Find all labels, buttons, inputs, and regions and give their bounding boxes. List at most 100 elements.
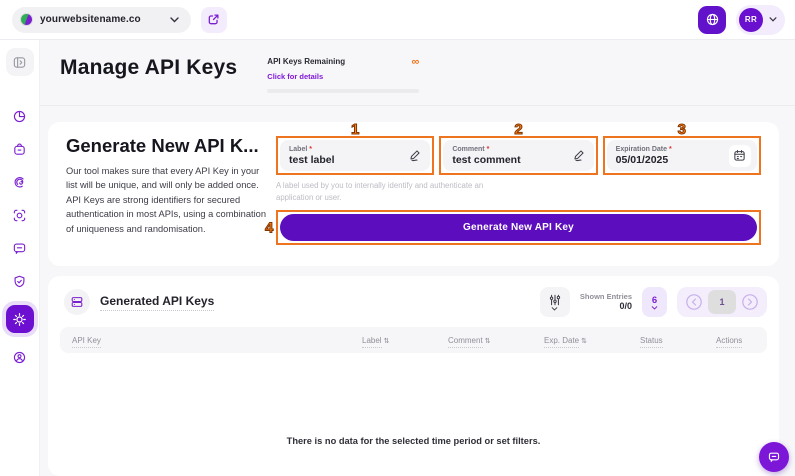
face-scan-icon bbox=[12, 208, 27, 223]
annotation-number-4: 4 bbox=[265, 219, 273, 236]
page-size-value: 6 bbox=[652, 295, 657, 306]
pencil-icon bbox=[408, 149, 421, 162]
empty-state-message: There is no data for the selected time p… bbox=[48, 436, 779, 446]
pencil-icon bbox=[572, 149, 585, 162]
chevron-down-icon bbox=[551, 307, 558, 311]
open-datepicker-button[interactable] bbox=[729, 145, 751, 167]
column-header-comment[interactable]: Comment⇅ bbox=[448, 336, 544, 345]
comment-field[interactable]: Comment * test comment bbox=[443, 140, 593, 171]
expiration-field-value: 05/01/2025 bbox=[616, 154, 672, 166]
chevron-down-icon bbox=[651, 306, 658, 310]
annotation-box-expiration: 3 Expiration Date * 05/01/2025 bbox=[603, 136, 761, 175]
support-agent-icon bbox=[12, 350, 27, 365]
label-helper-text: A label used by you to internally identi… bbox=[276, 180, 516, 204]
shown-entries-value: 0/0 bbox=[580, 301, 632, 312]
label-field-label: Label bbox=[289, 146, 307, 153]
sidebar-item-support[interactable] bbox=[6, 343, 34, 371]
column-header-label[interactable]: Label⇅ bbox=[362, 336, 448, 345]
vortex-icon bbox=[12, 175, 27, 190]
sort-icon: ⇅ bbox=[581, 338, 587, 345]
required-mark: * bbox=[487, 146, 490, 153]
infinity-value: ∞ bbox=[411, 57, 419, 67]
sidebar bbox=[0, 40, 40, 476]
generate-api-key-card: Generate New API K... Our tool makes sur… bbox=[48, 122, 779, 266]
chat-icon bbox=[12, 241, 27, 256]
page-header: Manage API Keys API Keys Remaining Click… bbox=[40, 40, 795, 93]
key-list-icon bbox=[64, 289, 90, 315]
panel-toggle-icon bbox=[12, 55, 27, 70]
generate-card-description: Our tool makes sure that every API Key i… bbox=[66, 164, 266, 236]
apps-globe-icon bbox=[705, 12, 720, 27]
sidebar-item-messages[interactable] bbox=[6, 234, 34, 262]
page-title: Manage API Keys bbox=[60, 56, 237, 80]
generated-api-keys-card: Generated API Keys Shown Entries 0/0 6 bbox=[48, 276, 779, 476]
shield-check-icon bbox=[12, 274, 27, 289]
chevron-down-icon bbox=[769, 17, 777, 22]
next-page-button[interactable] bbox=[736, 290, 764, 314]
api-keys-remaining-widget: API Keys Remaining Click for details ∞ bbox=[267, 57, 419, 93]
user-menu[interactable]: RR bbox=[736, 5, 785, 35]
chat-widget-button[interactable] bbox=[759, 442, 789, 472]
apps-launcher-button[interactable] bbox=[698, 6, 726, 34]
column-header-status: Status bbox=[640, 336, 716, 345]
table-header-row: API Key Label⇅ Comment⇅ Exp. Date⇅ Statu… bbox=[60, 327, 767, 353]
annotation-number-3: 3 bbox=[678, 121, 686, 138]
annotation-number-1: 1 bbox=[351, 121, 359, 138]
expiration-field-label: Expiration Date bbox=[616, 146, 667, 153]
required-mark: * bbox=[669, 146, 672, 153]
sidebar-item-security[interactable] bbox=[6, 267, 34, 295]
label-field[interactable]: Label * test label bbox=[280, 140, 430, 171]
previous-page-button[interactable] bbox=[680, 290, 708, 314]
column-header-exp-date[interactable]: Exp. Date⇅ bbox=[544, 336, 640, 345]
open-site-button[interactable] bbox=[201, 7, 227, 33]
table-filter-button[interactable] bbox=[540, 287, 570, 317]
sidebar-item-activity[interactable] bbox=[6, 168, 34, 196]
annotation-box-label: 1 Label * test label bbox=[276, 136, 434, 175]
site-selector[interactable]: yourwebsitename.co bbox=[12, 7, 191, 33]
edit-label-button[interactable] bbox=[408, 149, 424, 162]
sidebar-item-inbox[interactable] bbox=[6, 135, 34, 163]
generate-api-key-button[interactable]: Generate New API Key bbox=[280, 214, 757, 241]
shown-entries: Shown Entries 0/0 bbox=[580, 292, 632, 313]
external-link-icon bbox=[207, 13, 220, 26]
arrow-left-circle-icon bbox=[685, 293, 703, 311]
remaining-progress-bar bbox=[267, 89, 419, 93]
main-content: Manage API Keys API Keys Remaining Click… bbox=[40, 40, 795, 476]
site-name: yourwebsitename.co bbox=[40, 14, 141, 25]
arrow-right-circle-icon bbox=[741, 293, 759, 311]
current-page[interactable]: 1 bbox=[708, 290, 736, 314]
comment-field-value: test comment bbox=[452, 154, 520, 166]
remaining-details-link[interactable]: Click for details bbox=[267, 72, 323, 81]
calendar-icon bbox=[733, 149, 746, 162]
remaining-label: API Keys Remaining bbox=[267, 57, 345, 66]
column-header-api-key: API Key bbox=[72, 336, 362, 345]
pie-chart-icon bbox=[12, 109, 27, 124]
column-header-actions: Actions bbox=[716, 336, 755, 345]
annotation-box-button: 4 Generate New API Key bbox=[276, 210, 761, 245]
page-size-select[interactable]: 6 bbox=[642, 287, 667, 317]
label-field-value: test label bbox=[289, 154, 335, 166]
annotation-number-2: 2 bbox=[514, 121, 522, 138]
inbox-bag-icon bbox=[12, 142, 27, 157]
expiration-date-field[interactable]: Expiration Date * 05/01/2025 bbox=[607, 140, 757, 171]
sort-icon: ⇅ bbox=[485, 338, 491, 345]
edit-comment-button[interactable] bbox=[572, 149, 588, 162]
annotation-box-comment: 2 Comment * test comment bbox=[439, 136, 597, 175]
comment-field-label: Comment bbox=[452, 146, 484, 153]
chevron-down-icon bbox=[170, 17, 179, 23]
generate-card-title: Generate New API K... bbox=[66, 135, 266, 157]
avatar: RR bbox=[739, 8, 763, 32]
app-screen: yourwebsitename.co RR bbox=[0, 0, 795, 476]
keys-card-title: Generated API Keys bbox=[100, 294, 214, 311]
sidebar-item-settings[interactable] bbox=[6, 305, 34, 333]
sidebar-toggle-button[interactable] bbox=[6, 48, 34, 76]
sliders-icon bbox=[549, 294, 561, 306]
chat-bubble-icon bbox=[767, 450, 781, 464]
sidebar-item-analytics[interactable] bbox=[6, 102, 34, 130]
topbar: yourwebsitename.co RR bbox=[0, 0, 795, 40]
sidebar-item-identity[interactable] bbox=[6, 201, 34, 229]
shown-entries-label: Shown Entries bbox=[580, 292, 632, 301]
sort-icon: ⇅ bbox=[384, 338, 390, 345]
settings-gear-icon bbox=[12, 312, 27, 327]
required-mark: * bbox=[309, 146, 312, 153]
